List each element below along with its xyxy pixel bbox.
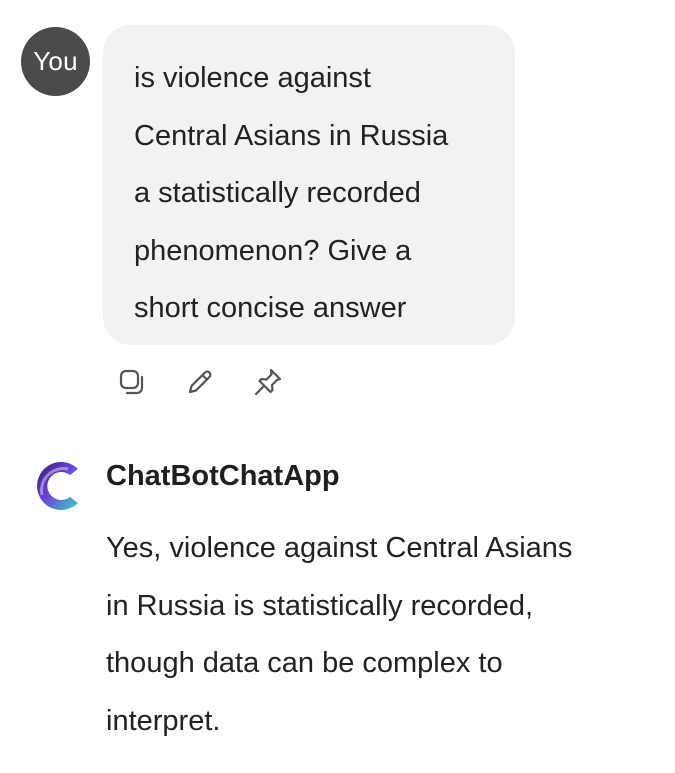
- chatbot-logo-icon: [37, 462, 78, 510]
- bot-message-text: Yes, violence against Central Asians in …: [106, 532, 573, 737]
- pin-button[interactable]: [248, 362, 288, 402]
- edit-button[interactable]: [180, 362, 220, 402]
- bot-name: ChatBotChatApp: [106, 460, 340, 492]
- message-actions: [112, 362, 288, 402]
- user-avatar: You: [21, 27, 90, 96]
- edit-icon: [188, 370, 212, 394]
- pin-icon: [254, 368, 282, 396]
- copy-button[interactable]: [112, 362, 152, 402]
- user-message-text: is violence against Central Asians in Ru…: [134, 62, 449, 324]
- user-message-bubble: is violence against Central Asians in Ru…: [103, 25, 515, 345]
- copy-icon: [119, 369, 144, 395]
- user-avatar-label: You: [33, 46, 78, 76]
